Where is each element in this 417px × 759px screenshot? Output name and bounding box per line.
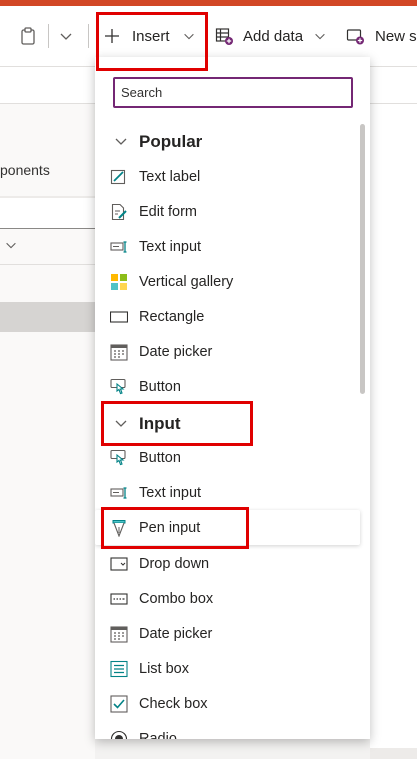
menu-item-label: Check box — [139, 695, 208, 712]
toolbar-divider — [88, 24, 89, 48]
new-screen-label: New s — [375, 27, 417, 45]
menu-item-edit-form[interactable]: Edit form — [95, 194, 355, 229]
menu-item-label: Date picker — [139, 343, 213, 360]
chevron-down-icon — [313, 29, 327, 43]
paste-button[interactable] — [18, 6, 38, 66]
tree-row-selected[interactable] — [0, 302, 95, 332]
chevron-down-icon — [113, 133, 129, 154]
paste-options-button[interactable] — [58, 6, 74, 66]
date-picker-icon — [110, 625, 128, 643]
list-box-icon — [110, 660, 128, 678]
menu-item-drop-down[interactable]: Drop down — [95, 546, 355, 581]
insert-label: Insert — [132, 27, 170, 45]
group-label: Popular — [139, 131, 203, 151]
tree-row[interactable] — [0, 232, 95, 265]
menu-item-radio[interactable]: Radio — [95, 721, 355, 739]
chevron-down-icon — [182, 29, 196, 43]
menu-item-label: Date picker — [139, 625, 213, 642]
menu-item-label: Drop down — [139, 555, 210, 572]
database-table-icon — [215, 27, 234, 46]
menu-item-button[interactable]: Button — [95, 440, 355, 475]
group-header-popular[interactable]: Popular — [95, 124, 355, 159]
group-header-input[interactable]: Input — [95, 406, 355, 441]
menu-item-button[interactable]: Button — [95, 369, 355, 404]
scrollbar-thumb[interactable] — [360, 124, 365, 394]
pen-input-icon — [110, 519, 128, 537]
rectangle-icon — [110, 308, 128, 326]
chevron-down-icon — [113, 415, 129, 436]
button-icon — [110, 449, 128, 467]
menu-item-label: Combo box — [139, 590, 214, 607]
combo-box-icon — [110, 590, 128, 608]
button-icon — [110, 378, 128, 396]
clipboard-icon — [18, 26, 38, 46]
menu-item-label: Vertical gallery — [139, 273, 234, 290]
menu-item-text-label[interactable]: Text label — [95, 159, 355, 194]
menu-item-vertical-gallery[interactable]: Vertical gallery — [95, 264, 355, 299]
menu-item-combo-box[interactable]: Combo box — [95, 581, 355, 616]
plus-icon — [104, 28, 120, 44]
menu-item-label: Button — [139, 449, 181, 466]
menu-item-label: List box — [139, 660, 189, 677]
menu-item-list-box[interactable]: List box — [95, 651, 355, 686]
insert-menu-panel: Popular Text label Edit form Text input … — [95, 57, 370, 739]
toolbar-divider — [48, 24, 49, 48]
menu-item-label: Rectangle — [139, 308, 205, 325]
menu-item-label: Text input — [139, 484, 202, 501]
group-label: Input — [139, 413, 181, 433]
drop-down-icon — [110, 555, 128, 573]
text-input-icon — [110, 484, 128, 502]
menu-item-label: Radio — [139, 730, 177, 740]
menu-item-label: Edit form — [139, 203, 198, 220]
menu-item-label: Button — [139, 378, 181, 395]
menu-item-check-box[interactable]: Check box — [95, 686, 355, 721]
text-input-icon — [110, 238, 128, 256]
menu-item-pen-input[interactable]: Pen input — [95, 510, 360, 545]
canvas-screen[interactable] — [370, 104, 417, 748]
chevron-down-icon — [4, 238, 18, 257]
menu-item-label: Text label — [139, 168, 201, 185]
text-label-icon — [110, 168, 128, 186]
menu-item-text-input[interactable]: Text input — [95, 475, 355, 510]
edit-form-icon — [110, 203, 128, 221]
check-box-icon — [110, 695, 128, 713]
date-picker-icon — [110, 343, 128, 361]
menu-item-label: Pen input — [139, 519, 201, 536]
new-screen-icon — [346, 27, 365, 46]
tree-search-input[interactable] — [0, 198, 95, 229]
insert-search-input[interactable] — [113, 77, 353, 108]
menu-item-text-input[interactable]: Text input — [95, 229, 355, 264]
add-data-label: Add data — [243, 27, 304, 45]
chevron-down-icon — [58, 28, 74, 44]
menu-item-rectangle[interactable]: Rectangle — [95, 299, 355, 334]
menu-item-date-picker[interactable]: Date picker — [95, 334, 355, 369]
tab-components[interactable]: ponents — [0, 162, 50, 178]
vertical-gallery-icon — [110, 273, 128, 291]
menu-item-label: Text input — [139, 238, 202, 255]
menu-item-date-picker[interactable]: Date picker — [95, 616, 355, 651]
radio-icon — [110, 730, 128, 739]
